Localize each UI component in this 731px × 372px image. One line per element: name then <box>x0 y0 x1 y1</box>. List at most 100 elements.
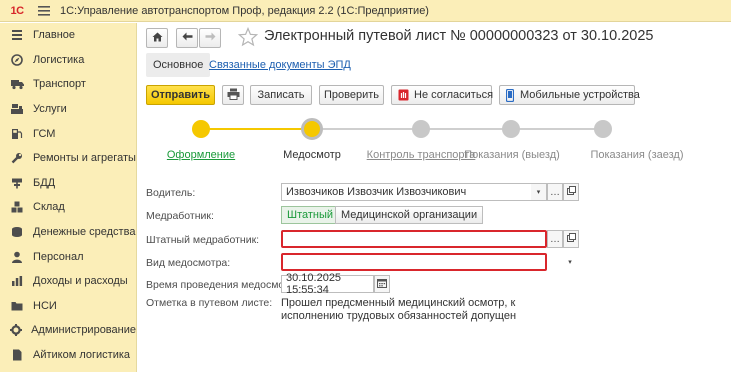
exam-type-label: Вид медосмотра: <box>146 257 231 269</box>
triangle-down-icon: ▾ <box>536 189 541 196</box>
step-label-design[interactable]: Оформление <box>167 149 235 161</box>
sidebar-item-services[interactable]: Услуги <box>0 97 136 122</box>
step-dot-design[interactable] <box>192 120 210 138</box>
sidebar-item-staff[interactable]: Персонал <box>0 244 136 269</box>
driver-label: Водитель: <box>146 187 196 199</box>
sidebar-item-label: БДД <box>33 176 56 189</box>
page-title: Электронный путевой лист № 00000000323 о… <box>264 28 654 44</box>
tab-main[interactable]: Основное <box>146 53 211 77</box>
sidebar: Главное Логистика Транспорт Услуги ГСМ Р… <box>0 23 137 372</box>
truck-icon <box>10 77 24 91</box>
stepper-line-done <box>201 128 312 130</box>
phone-icon <box>506 88 514 102</box>
open-link-icon <box>566 233 576 245</box>
sidebar-item-admin[interactable]: Администрирование <box>0 318 136 343</box>
medic-label: Медработник: <box>146 210 214 222</box>
star-icon[interactable] <box>237 26 259 47</box>
step-dot-readings-out[interactable] <box>502 120 520 138</box>
calendar-icon <box>377 278 387 291</box>
sidebar-item-label: Склад <box>33 201 65 214</box>
step-label-readings-in: Показания (заезд) <box>590 149 684 161</box>
sidebar-item-fuel[interactable]: ГСМ <box>0 121 136 146</box>
exam-type-dropdown-button[interactable]: ▾ <box>562 253 578 271</box>
sidebar-item-money[interactable]: Денежные средства <box>0 220 136 245</box>
document-icon <box>10 348 24 362</box>
note-value: Прошел предсменный медицинский осмотр, к… <box>281 297 517 322</box>
step-dot-medexam[interactable] <box>301 118 323 140</box>
sidebar-item-label: Доходы и расходы <box>33 275 128 288</box>
sidebar-item-label: Логистика <box>33 53 85 66</box>
sidebar-item-warehouse[interactable]: Склад <box>0 195 136 220</box>
road-sign-icon <box>10 176 24 190</box>
check-button[interactable]: Проверить <box>319 85 384 105</box>
chart-icon <box>10 274 24 288</box>
disagree-label: Не согласиться <box>414 89 494 101</box>
forward-button[interactable] <box>199 28 221 48</box>
arrow-left-icon <box>182 32 193 44</box>
cash-register-icon <box>10 102 24 116</box>
sidebar-item-repairs[interactable]: Ремонты и агрегаты <box>0 146 136 171</box>
title-bar: 1С 1С:Управление автотранспортом Проф, р… <box>0 0 731 22</box>
wrench-icon <box>10 151 24 165</box>
printer-icon <box>227 88 240 103</box>
sidebar-item-aitikom[interactable]: Айтиком логистика <box>0 343 136 368</box>
folder-icon <box>10 299 24 313</box>
calendar-button[interactable] <box>374 275 390 293</box>
staff-medic-open-button[interactable] <box>563 230 579 248</box>
sidebar-item-logistics[interactable]: Логистика <box>0 48 136 73</box>
ellipsis-icon: … <box>550 233 560 245</box>
step-dot-readings-in[interactable] <box>594 120 612 138</box>
sidebar-item-label: НСИ <box>33 299 57 312</box>
send-button[interactable]: Отправить <box>146 85 215 105</box>
driver-open-button[interactable] <box>563 183 579 201</box>
sidebar-item-label: Главное <box>33 29 76 42</box>
step-label-medexam: Медосмотр <box>283 149 341 161</box>
back-button[interactable] <box>176 28 198 48</box>
sidebar-item-income[interactable]: Доходы и расходы <box>0 269 136 294</box>
sidebar-item-bdd[interactable]: БДД <box>0 171 136 196</box>
app-title: 1С:Управление автотранспортом Проф, реда… <box>60 4 429 17</box>
mobile-devices-button[interactable]: Мобильные устройства <box>499 85 640 105</box>
step-label-readings-out: Показания (выезд) <box>464 149 560 161</box>
sidebar-item-label: Услуги <box>33 103 67 116</box>
sidebar-item-label: Ремонты и агрегаты <box>33 152 136 165</box>
home-button[interactable] <box>146 28 168 48</box>
tab-related-documents[interactable]: Связанные документы ЭПД <box>202 53 358 77</box>
coins-icon <box>10 225 24 239</box>
exam-type-field[interactable] <box>281 253 547 271</box>
staff-medic-select-button[interactable]: … <box>547 230 563 248</box>
boxes-icon <box>10 200 24 214</box>
fuel-pump-icon <box>10 127 24 141</box>
sidebar-item-label: Персонал <box>33 250 84 263</box>
sidebar-item-label: Денежные средства <box>33 226 136 239</box>
note-label: Отметка в путевом листе: <box>146 297 273 309</box>
sidebar-item-label: Айтиком логистика <box>33 349 131 362</box>
home-icon <box>152 32 163 45</box>
stop-hand-icon <box>398 89 409 101</box>
open-link-icon <box>566 186 576 198</box>
workflow-stepper: Оформление Медосмотр Контроль транспорта… <box>138 115 731 165</box>
print-button[interactable] <box>222 85 244 105</box>
staff-medic-field[interactable] <box>281 230 547 248</box>
medic-option-staff[interactable]: Штатный <box>281 206 340 224</box>
ellipsis-icon: … <box>550 186 560 198</box>
stepper-line-pending <box>312 128 602 130</box>
sidebar-item-label: Транспорт <box>33 78 86 91</box>
driver-select-button[interactable]: … <box>547 183 563 201</box>
mobile-devices-label: Мобильные устройства <box>520 89 640 101</box>
step-label-vehicle-control[interactable]: Контроль транспорта <box>367 149 476 161</box>
sidebar-item-transport[interactable]: Транспорт <box>0 72 136 97</box>
write-button[interactable]: Записать <box>250 85 312 105</box>
step-dot-vehicle-control[interactable] <box>412 120 430 138</box>
exam-time-label: Время проведения медосмотра: <box>146 279 304 291</box>
hamburger-icon[interactable] <box>38 5 50 17</box>
app-logo: 1С <box>10 4 24 17</box>
medic-option-organization[interactable]: Медицинской организации <box>335 206 484 224</box>
exam-time-field[interactable]: 30.10.2025 15:55:34 <box>281 272 374 296</box>
disagree-button[interactable]: Не согласиться <box>391 85 494 105</box>
driver-field[interactable]: Извозчиков Извозчик Извозчикович <box>281 183 546 201</box>
driver-dropdown-button[interactable]: ▾ <box>531 183 547 201</box>
sidebar-item-nsi[interactable]: НСИ <box>0 294 136 319</box>
sidebar-item-main[interactable]: Главное <box>0 23 136 48</box>
sidebar-item-label: Администрирование <box>31 324 136 337</box>
